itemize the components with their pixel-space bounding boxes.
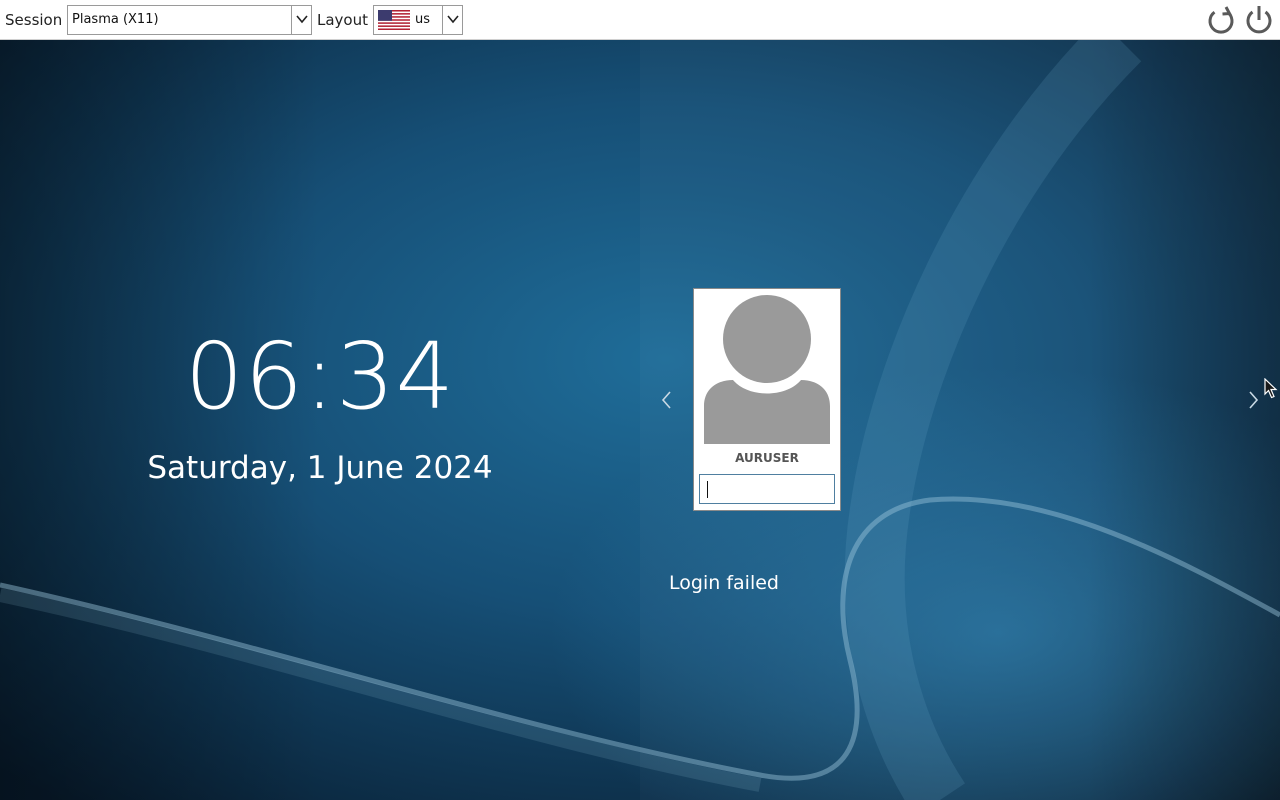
session-select[interactable]: Plasma (X11): [67, 5, 312, 35]
layout-select[interactable]: us: [373, 5, 463, 35]
clock-date: Saturday, 1 June 2024: [147, 450, 493, 486]
reboot-icon[interactable]: [1205, 4, 1237, 36]
chevron-right-icon[interactable]: [1245, 388, 1261, 412]
user-card[interactable]: AURUSER: [693, 288, 841, 511]
power-icon[interactable]: [1243, 4, 1275, 36]
us-flag-icon: [378, 10, 410, 30]
mouse-pointer-icon: [1264, 378, 1278, 399]
user-avatar-icon: [703, 294, 831, 446]
layout-label: Layout: [317, 11, 368, 29]
login-status-message: Login failed: [669, 572, 779, 594]
session-label: Session: [5, 11, 63, 29]
chevron-down-icon[interactable]: [442, 6, 462, 34]
chevron-down-icon[interactable]: [291, 6, 311, 34]
chevron-left-icon[interactable]: [659, 388, 675, 412]
password-input[interactable]: [699, 474, 835, 504]
layout-value: us: [415, 12, 431, 27]
session-value: Plasma (X11): [72, 12, 159, 27]
top-bar: Session Plasma (X11) Layout us: [0, 0, 1280, 40]
username-label: AURUSER: [735, 451, 799, 465]
text-caret: [707, 481, 708, 498]
clock-time: 06:34: [184, 323, 456, 430]
